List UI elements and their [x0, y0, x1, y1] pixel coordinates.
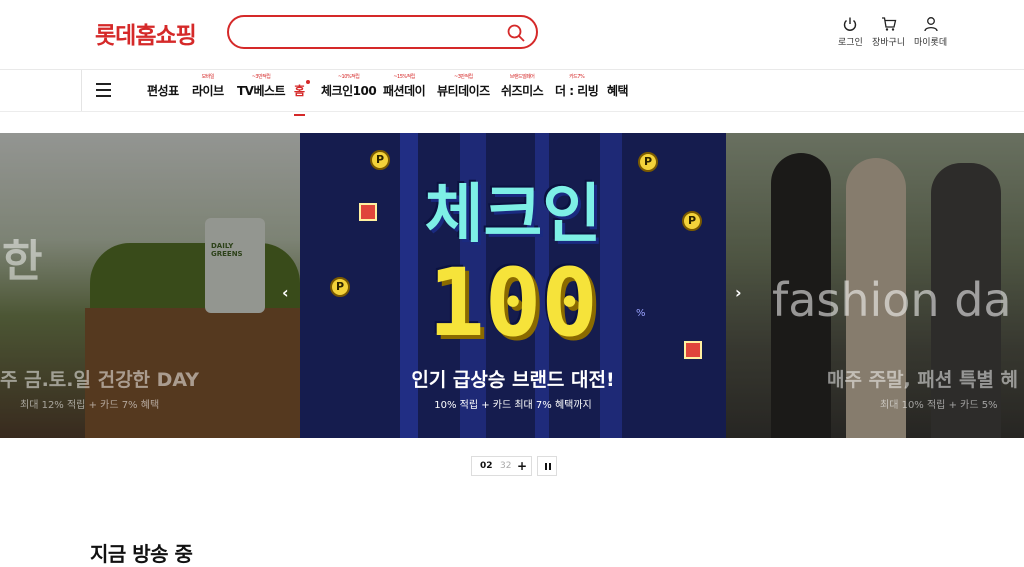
- nav-sup-label: ~3만적립: [251, 74, 271, 80]
- search-icon[interactable]: [506, 23, 526, 43]
- nav-divider: [81, 70, 82, 111]
- main-nav: 편성표 모바일 라이브 ~3만적립 TV베스트 홈 ~10%적립 체크인100 ~15…: [0, 70, 1024, 116]
- search-input[interactable]: [243, 23, 503, 41]
- nav-item-home[interactable]: 홈: [294, 80, 310, 116]
- cart-button[interactable]: 장바구니: [872, 16, 905, 48]
- prev-arrow-icon[interactable]: ‹: [282, 283, 289, 302]
- section-title-live: 지금 방송 중: [90, 542, 193, 566]
- cart-icon: [881, 17, 896, 31]
- pager-plus-button[interactable]: +: [517, 459, 527, 473]
- pager-total: 32: [500, 461, 512, 471]
- pause-icon: [549, 463, 551, 470]
- user-icon: [923, 17, 938, 32]
- cart-label: 장바구니: [872, 38, 906, 48]
- right-slide-headline: 매주 주말, 패션 특별 혜: [827, 369, 1018, 391]
- right-ghost-title: fashion da: [772, 273, 1012, 327]
- nav-sup-label: 모바일: [201, 74, 215, 80]
- slide-dim-overlay: [0, 133, 300, 438]
- banner-title-100: 100: [428, 249, 598, 358]
- search-box[interactable]: [227, 15, 538, 49]
- nav-item-benefits[interactable]: 혜택: [607, 82, 629, 99]
- pager-current: 02: [480, 461, 493, 471]
- nav-item-schedule[interactable]: 편성표: [147, 82, 179, 99]
- nav-sup-label: ~3만적립: [454, 74, 473, 80]
- nav-item-shesmiss[interactable]: 브랜드빌페어 쉬즈미스: [501, 74, 544, 99]
- nav-sup-label: 카드7%: [569, 74, 585, 80]
- nav-item-live[interactable]: 모바일 라이브: [192, 74, 224, 99]
- nav-sup-label: 브랜드빌페어: [509, 74, 535, 80]
- pause-icon: [545, 463, 547, 470]
- banner-headline: 인기 급상승 브랜드 대전!: [411, 369, 615, 391]
- banner-pager[interactable]: 02 32 +: [471, 456, 532, 476]
- nav-item-theliving[interactable]: 카드7% 더 : 리빙: [555, 74, 599, 99]
- header: 롯데홈쇼핑 로그인 장바구니 마이롯데: [0, 0, 1024, 70]
- nav-item-checkin100[interactable]: ~10%적립 체크인100: [321, 74, 377, 99]
- login-button[interactable]: 로그인: [838, 16, 863, 48]
- nav-item-tvbest[interactable]: ~3만적립 TV베스트: [237, 74, 286, 99]
- next-arrow-icon[interactable]: ›: [735, 283, 742, 302]
- banner-title-checkin: 체크인: [424, 178, 602, 252]
- login-label: 로그인: [838, 38, 863, 48]
- mypage-label: 마이롯데: [914, 38, 948, 48]
- banner-subtext: 10% 적립 + 카드 최대 7% 혜택까지: [434, 400, 592, 411]
- left-slide-sub: 최대 12% 적립 + 카드 7% 혜택: [20, 400, 160, 411]
- left-slide-headline: 주 금.토.일 건강한 DAY: [0, 369, 200, 391]
- menu-icon[interactable]: [96, 83, 111, 97]
- slide-checkin100[interactable]: P P P P % 체크인 100 인기 급상승 브랜드 대전! 10% 적립 …: [300, 133, 726, 438]
- banner-carousel[interactable]: DAILY GREENS 한 주 금.토.일 건강한 DAY 최대 12% 적립…: [0, 133, 1024, 438]
- mypage-button[interactable]: 마이롯데: [914, 16, 947, 48]
- logo[interactable]: 롯데홈쇼핑: [95, 16, 197, 50]
- power-icon: [844, 17, 857, 31]
- new-dot: [305, 80, 310, 84]
- nav-item-fashionday[interactable]: ~15%적립 패션데이: [383, 74, 426, 99]
- nav-item-beautydays[interactable]: ~3만적립 뷰티데이즈: [437, 74, 490, 99]
- nav-sup-label: ~10%적립: [337, 74, 360, 80]
- left-ghost-title: 한: [2, 236, 43, 287]
- right-slide-sub: 최대 10% 적립 + 카드 5%: [880, 400, 998, 411]
- nav-sup-label: ~15%적립: [393, 74, 415, 80]
- pause-button[interactable]: [537, 456, 557, 476]
